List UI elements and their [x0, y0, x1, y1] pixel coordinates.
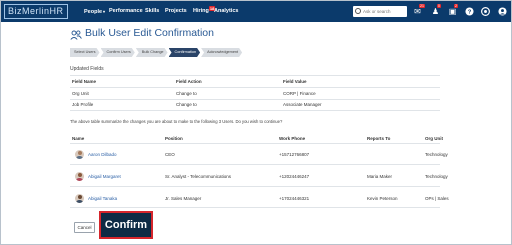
- step-bulk-change[interactable]: Bulk Change: [136, 48, 168, 57]
- nav-projects-label: Projects: [165, 8, 187, 14]
- nav-people-label: People: [84, 9, 103, 15]
- nav-analytics[interactable]: Analytics: [214, 1, 238, 22]
- nav-people[interactable]: People▾: [84, 1, 105, 22]
- nav-performance[interactable]: Performance: [109, 1, 143, 22]
- inbox-badge: 2: [454, 4, 458, 8]
- help-icon[interactable]: ?: [465, 7, 474, 16]
- divider: [70, 164, 440, 165]
- field-value-cell: CORP | Finance: [283, 91, 316, 96]
- users-group-icon: [70, 28, 82, 40]
- divider: [70, 87, 440, 88]
- field-name-header: Field Name: [72, 79, 97, 84]
- wizard-steps: Select Users Confirm Users Bulk Change C…: [70, 48, 243, 57]
- reports-to-cell: Maria Maker: [367, 174, 393, 179]
- field-value-header: Field Value: [283, 79, 307, 84]
- nav-skills[interactable]: Skills: [145, 1, 159, 22]
- field-value-cell: Associate Manager: [283, 102, 322, 107]
- divider: [70, 99, 440, 100]
- field-name-cell: Job Profile: [72, 102, 94, 107]
- field-name-cell: Org Unit: [72, 91, 89, 96]
- position-column-header: Position: [165, 136, 183, 141]
- app-logo[interactable]: BizMerlinHR: [4, 4, 68, 19]
- divider: [70, 186, 440, 187]
- work-phone-cell: +12024446247: [279, 174, 310, 179]
- nav-hiring[interactable]: Hiring18: [193, 1, 216, 22]
- chevron-down-icon: ▾: [103, 9, 106, 14]
- search-box[interactable]: [353, 6, 407, 17]
- search-input[interactable]: [363, 7, 405, 16]
- work-phone-cell: +17024446321: [279, 196, 310, 201]
- divider: [70, 143, 440, 144]
- search-icon: [355, 8, 361, 14]
- notifications-icon[interactable]: ✉: [413, 7, 422, 16]
- nav-performance-label: Performance: [109, 8, 143, 14]
- org-unit-cell: Technology: [425, 152, 448, 157]
- step-acknowledgement[interactable]: Acknowledgement: [201, 48, 242, 57]
- work-phone-cell: +15712766807: [279, 152, 310, 157]
- nav-skills-label: Skills: [145, 8, 160, 14]
- reports-to-column-header: Reports To: [367, 136, 391, 141]
- field-action-header: Field Action: [176, 79, 202, 84]
- reports-to-cell: Kevin Peterson: [367, 196, 398, 201]
- confirm-button[interactable]: Confirm: [99, 211, 153, 239]
- name-column-header: Name: [72, 136, 85, 141]
- user-name-link[interactable]: Aaron Dilbado: [88, 152, 117, 157]
- org-unit-cell: Technology: [425, 174, 448, 179]
- avatar: [75, 150, 84, 159]
- divider: [70, 110, 440, 111]
- settings-icon[interactable]: [481, 7, 490, 16]
- divider: [70, 207, 440, 208]
- avatar: [75, 172, 84, 181]
- alerts-badge: 0: [437, 4, 441, 8]
- nav-analytics-label: Analytics: [214, 8, 239, 14]
- notifications-badge: 21: [419, 4, 425, 8]
- inbox-icon[interactable]: ▣: [448, 7, 457, 16]
- user-menu-icon[interactable]: [498, 7, 507, 16]
- user-name-link[interactable]: Abigail Tanaka: [88, 196, 117, 201]
- nav-projects[interactable]: Projects: [165, 1, 187, 22]
- org-unit-column-header: Org Unit: [425, 136, 443, 141]
- alerts-icon[interactable]: ♟: [431, 7, 440, 16]
- position-cell: Jr. Sales Manager: [165, 196, 202, 201]
- divider: [70, 75, 440, 76]
- step-select-users[interactable]: Select Users: [70, 48, 100, 57]
- user-name-link[interactable]: Abigail Margaret: [88, 174, 121, 179]
- step-confirm-users[interactable]: Confirm Users: [101, 48, 135, 57]
- updated-fields-title: Updated Fields: [70, 66, 104, 72]
- page-title: Bulk User Edit Confirmation: [85, 27, 214, 39]
- field-action-cell: Change to: [176, 102, 197, 107]
- avatar: [75, 194, 84, 203]
- step-confirmation[interactable]: Confirmation: [169, 48, 201, 57]
- position-cell: CEO: [165, 152, 175, 157]
- summary-text: The above table summarize the changes yo…: [70, 119, 283, 124]
- nav-hiring-label: Hiring: [193, 8, 209, 14]
- work-phone-column-header: Work Phone: [279, 136, 306, 141]
- cancel-button[interactable]: Cancel: [74, 222, 95, 233]
- top-navbar: BizMerlinHR People▾ Performance Skills P…: [1, 1, 511, 22]
- position-cell: Sr. Analyst - Telecommunications: [165, 174, 231, 179]
- org-unit-cell: OPs | Sales: [425, 196, 449, 201]
- svg-text:?: ?: [468, 10, 472, 16]
- field-action-cell: Change to: [176, 91, 197, 96]
